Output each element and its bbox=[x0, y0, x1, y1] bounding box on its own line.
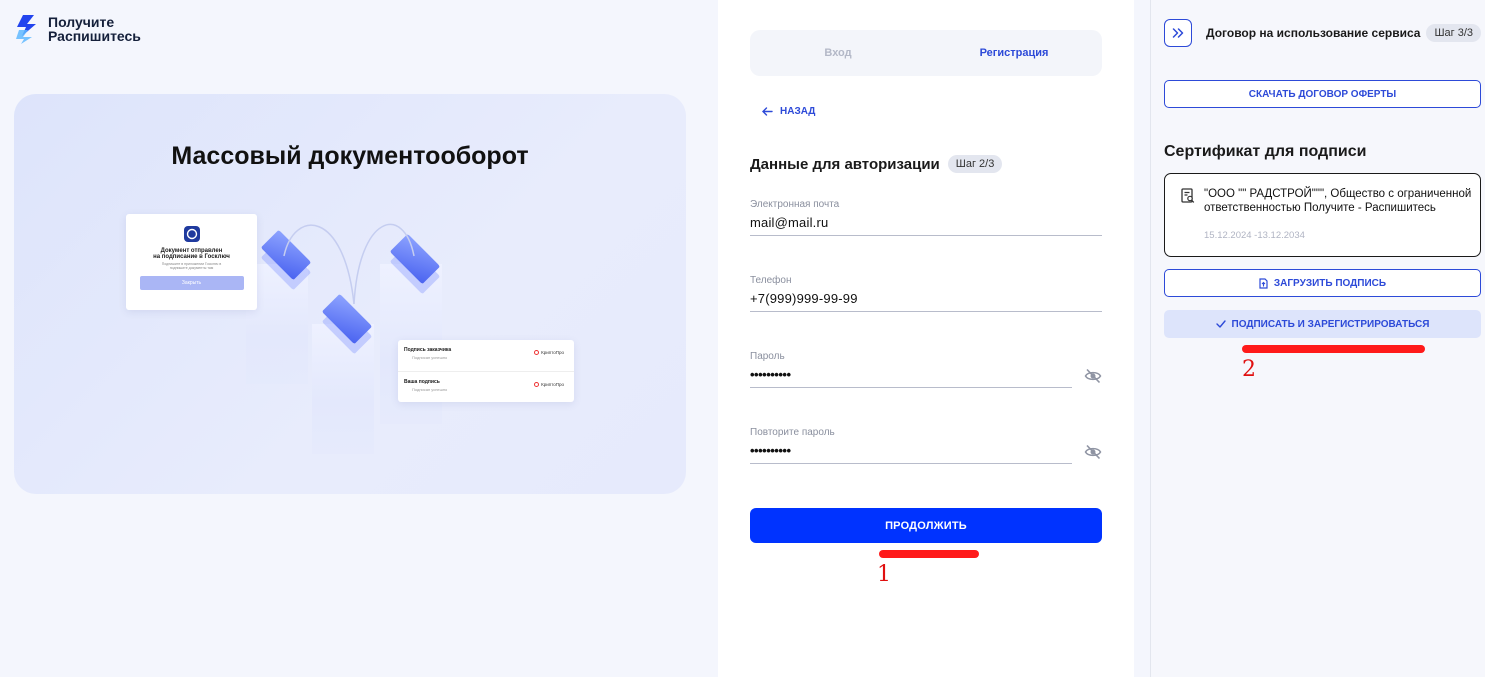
upload-signature-label: ЗАГРУЗИТЬ ПОДПИСЬ bbox=[1273, 277, 1387, 289]
hero-title: Массовый документооборот bbox=[171, 142, 529, 170]
contract-title: Договор на использование сервиса bbox=[1206, 26, 1421, 40]
email-label: Электронная почта bbox=[750, 199, 840, 210]
hero-banner: Массовый документооборот Документ отправ… bbox=[14, 94, 686, 494]
back-link[interactable]: НАЗАД bbox=[762, 106, 815, 117]
expand-button[interactable] bbox=[1164, 19, 1192, 47]
password-input[interactable]: •••••••••• bbox=[750, 367, 1072, 382]
cryptopro-icon bbox=[534, 382, 540, 387]
download-offer-button[interactable]: СКАЧАТЬ ДОГОВОР ОФЕРТЫ bbox=[1164, 80, 1481, 108]
check-icon bbox=[1215, 320, 1226, 328]
phone-underline bbox=[750, 311, 1102, 312]
password-underline bbox=[750, 387, 1072, 388]
confirm-password-underline bbox=[750, 463, 1072, 464]
signature-row1-title: Подпись заказчика bbox=[404, 347, 452, 353]
step-badge-3: Шаг 3/3 bbox=[1426, 24, 1482, 42]
back-label: НАЗАД bbox=[780, 106, 816, 117]
signature-row2-title: Ваша подпись bbox=[404, 379, 440, 385]
illustration-notice-card: Документ отправлен на подписание в Госкл… bbox=[126, 214, 257, 310]
confirm-password-input[interactable]: •••••••••• bbox=[750, 443, 1072, 458]
email-input[interactable]: mail@mail.ru bbox=[750, 215, 1102, 230]
cryptopro-icon bbox=[534, 350, 540, 355]
email-underline bbox=[750, 235, 1102, 236]
annotation-underline-1 bbox=[879, 550, 979, 558]
certificate-section-title: Сертификат для подписи bbox=[1164, 143, 1367, 160]
certificate-name: "ООО "" РАДСТРОЙ""", Общество с ограниче… bbox=[1204, 188, 1472, 214]
chevrons-right-icon bbox=[1172, 28, 1184, 38]
signature-row2-provider: КриптоПро bbox=[541, 382, 564, 387]
gosklyuch-icon bbox=[183, 226, 200, 242]
annotation-number-2: 2 bbox=[1242, 357, 1256, 382]
phone-input[interactable]: +7(999)999-99-99 bbox=[750, 291, 1102, 306]
upload-signature-button[interactable]: ЗАГРУЗИТЬ ПОДПИСЬ bbox=[1164, 269, 1481, 297]
certificate-dates: 15.12.2024 -13.12.2034 bbox=[1204, 230, 1305, 241]
brand-line2: Распишитесь bbox=[48, 28, 141, 44]
email-field[interactable]: Электронная почта mail@mail.ru bbox=[750, 199, 1102, 236]
sign-and-register-label: ПОДПИСАТЬ И ЗАРЕГИСТРИРОВАТЬСЯ bbox=[1231, 318, 1430, 330]
certificate-card[interactable]: "ООО "" РАДСТРОЙ""", Общество с ограниче… bbox=[1164, 173, 1481, 257]
password-label: Пароль bbox=[750, 351, 785, 362]
brand-logo[interactable]: Получите Распишитесь bbox=[14, 14, 141, 44]
continue-button[interactable]: ПРОДОЛЖИТЬ bbox=[750, 508, 1102, 543]
arrow-left-icon bbox=[762, 107, 773, 116]
section-title: Данные для авторизации bbox=[750, 155, 940, 173]
eye-off-icon[interactable] bbox=[1084, 367, 1102, 385]
file-upload-icon bbox=[1259, 277, 1268, 289]
signature-row2-sub: Подписан успешно bbox=[412, 387, 448, 392]
signature-row1-sub: Подписан успешно bbox=[412, 355, 448, 360]
phone-label: Телефон bbox=[750, 275, 792, 286]
confirm-password-field[interactable]: Повторите пароль •••••••••• bbox=[750, 427, 1072, 464]
contract-panel: Договор на использование сервиса Шаг 3/3… bbox=[1150, 0, 1485, 677]
notice-close-button: Закрыть bbox=[139, 276, 244, 290]
auth-tabs: Вход Регистрация bbox=[750, 30, 1102, 76]
password-field[interactable]: Пароль •••••••••• bbox=[750, 351, 1072, 388]
annotation-number-1: 1 bbox=[877, 562, 891, 587]
certificate-icon bbox=[1181, 188, 1195, 203]
tab-login[interactable]: Вход bbox=[750, 30, 926, 76]
notice-title-2: на подписание в Госключ bbox=[153, 254, 230, 260]
brand-line1: Получите bbox=[48, 14, 115, 30]
signature-row1-provider: КриптоПро bbox=[541, 350, 564, 355]
download-offer-label: СКАЧАТЬ ДОГОВОР ОФЕРТЫ bbox=[1248, 88, 1397, 100]
confirm-password-label: Повторите пароль bbox=[750, 427, 835, 438]
illustration-signatures-card: Подпись заказчика Подписан успешно Крипт… bbox=[398, 340, 574, 402]
annotation-underline-2 bbox=[1242, 345, 1425, 353]
notice-text-2: подпишите документы там bbox=[169, 266, 214, 270]
contract-header: Договор на использование сервиса Шаг 3/3 bbox=[1206, 24, 1482, 42]
phone-field[interactable]: Телефон +7(999)999-99-99 bbox=[750, 275, 1102, 312]
logo-icon bbox=[16, 15, 36, 44]
step-badge: Шаг 2/3 bbox=[947, 155, 1003, 173]
tab-registration[interactable]: Регистрация bbox=[926, 30, 1102, 76]
registration-panel: Вход Регистрация НАЗАД Данные для автори… bbox=[718, 0, 1134, 677]
section-header: Данные для авторизации Шаг 2/3 bbox=[750, 155, 1003, 173]
sign-and-register-button[interactable]: ПОДПИСАТЬ И ЗАРЕГИСТРИРОВАТЬСЯ bbox=[1164, 310, 1481, 338]
illustration-arcs bbox=[283, 223, 415, 305]
eye-off-icon[interactable] bbox=[1084, 443, 1102, 461]
